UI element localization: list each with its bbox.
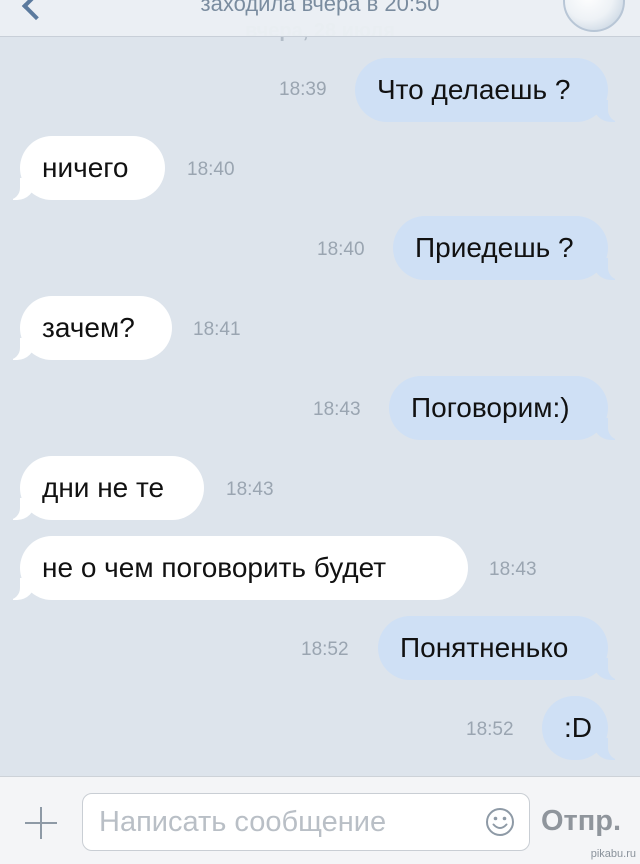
- message-text: не о чем поговорить будет: [42, 552, 387, 583]
- message-bubble-incoming[interactable]: зачем?: [7, 296, 172, 360]
- message-time: 18:43: [489, 559, 537, 580]
- message-time: 18:39: [279, 79, 327, 100]
- message-text: ничего: [42, 152, 129, 183]
- message-text: зачем?: [42, 312, 135, 343]
- plus-icon[interactable]: [25, 807, 57, 839]
- last-seen-status: заходила вчера в 20:50: [200, 0, 440, 16]
- message-time: 18:43: [313, 399, 361, 420]
- message-text: Приедешь ?: [415, 232, 574, 263]
- message-time: 18:40: [317, 239, 365, 260]
- message-time: 18:41: [193, 319, 241, 340]
- message-bubble-outgoing[interactable]: :D: [542, 696, 621, 760]
- message-text: Что делаешь ?: [377, 74, 571, 105]
- message-composer: Отпр.: [0, 776, 640, 864]
- message-bubble-incoming[interactable]: не о чем поговорить будет: [7, 536, 468, 600]
- message-time: 18:43: [226, 479, 274, 500]
- message-text: :D: [564, 712, 592, 743]
- message-bubble-outgoing[interactable]: Что делаешь ?: [355, 58, 621, 122]
- message-bubble-incoming[interactable]: ничего: [7, 136, 165, 200]
- avatar[interactable]: [563, 0, 625, 32]
- message-bubble-outgoing[interactable]: Поговорим:): [389, 376, 621, 440]
- chat-header: заходила вчера в 20:50: [0, 0, 640, 37]
- watermark: pikabu.ru: [590, 848, 636, 860]
- message-time: 18:52: [301, 639, 349, 660]
- send-button[interactable]: Отпр.: [541, 805, 621, 838]
- message-bubble-outgoing[interactable]: Понятненько: [378, 616, 621, 680]
- message-text: Поговорим:): [411, 392, 570, 423]
- smile-icon[interactable]: [485, 807, 515, 837]
- message-text: дни не те: [42, 472, 165, 503]
- message-bubble-incoming[interactable]: дни не те: [7, 456, 204, 520]
- message-input[interactable]: [82, 793, 530, 851]
- message-bubble-outgoing[interactable]: Приедешь ?: [393, 216, 621, 280]
- message-time: 18:52: [466, 719, 514, 740]
- message-text: Понятненько: [400, 632, 569, 663]
- message-time: 18:40: [187, 159, 235, 180]
